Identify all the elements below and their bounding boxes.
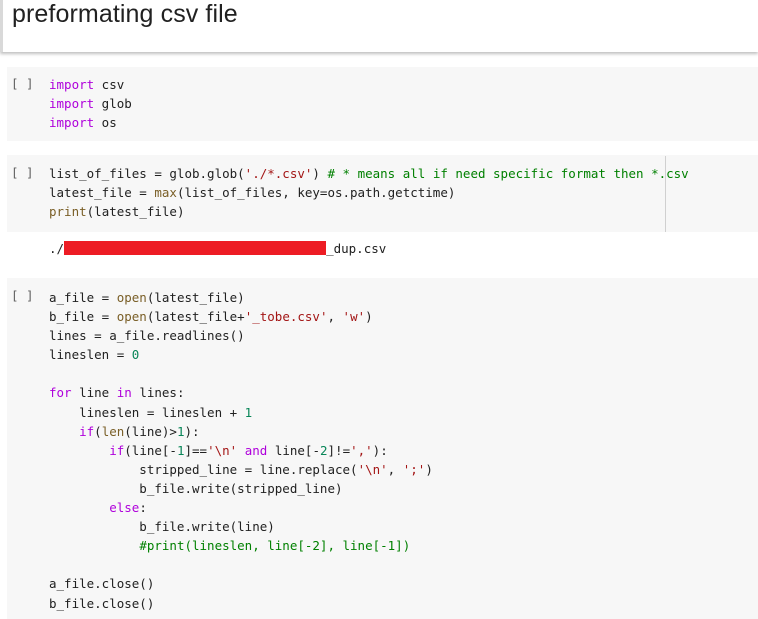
code-editor[interactable]: a_file = open(latest_file) b_file = open(…: [49, 288, 433, 613]
redaction-block: [64, 241, 327, 255]
code-editor[interactable]: import csv import glob import os: [49, 75, 132, 132]
code-line: lineslen = 0: [49, 347, 140, 363]
code-cell-latest-file[interactable]: [ ] list_of_files = glob.glob('./*.csv')…: [7, 155, 758, 232]
code-line: a_file = open(latest_file): [49, 290, 245, 305]
code-line: lines = a_file.readlines(): [49, 328, 245, 344]
code-cell-imports[interactable]: [ ] import csv import glob import os: [7, 67, 758, 141]
code-line: if(len(line)>1):: [79, 423, 200, 439]
code-line: b_file.close(): [49, 595, 155, 611]
code-line: import glob: [49, 96, 132, 112]
code-line: a_file.close(): [49, 576, 155, 592]
code-line: b_file.write(line): [49, 519, 275, 535]
run-cell-button[interactable]: [ ]: [11, 288, 34, 303]
code-line: latest_file = max(list_of_files, key=os.…: [49, 185, 456, 201]
page-title: preformating csv file: [12, 0, 238, 28]
output-prefix: ./: [49, 241, 65, 256]
line-length-ruler: [665, 156, 666, 232]
notebook-header: preformating csv file: [0, 0, 758, 52]
cell-output: ./ _dup.csv: [49, 239, 386, 258]
code-line: print(latest_file): [49, 204, 185, 220]
run-cell-button[interactable]: [ ]: [11, 165, 34, 180]
code-line: lineslen = lineslen + 1: [49, 404, 253, 420]
code-line: stripped_line = line.replace('\n', ';'): [49, 461, 433, 477]
code-editor[interactable]: list_of_files = glob.glob('./*.csv') # *…: [49, 164, 689, 221]
code-line: b_file.write(stripped_line): [49, 480, 343, 496]
code-line: list_of_files = glob.glob('./*.csv') # *…: [49, 166, 689, 181]
code-cell-process-file[interactable]: [ ] a_file = open(latest_file) b_file = o…: [7, 278, 758, 619]
code-line: #print(lineslen, line[-2], line[-1]): [139, 538, 411, 554]
run-cell-button[interactable]: [ ]: [11, 76, 34, 91]
code-line: import csv: [49, 77, 125, 92]
code-line: import os: [49, 115, 117, 131]
code-line: else:: [109, 500, 147, 516]
code-line: b_file = open(latest_file+'_tobe.csv', '…: [49, 309, 373, 325]
output-suffix: _dup.csv: [326, 241, 387, 256]
code-line: if(line[-1]=='\n' and line[-2]!=','):: [109, 442, 388, 458]
code-line: for line in lines:: [49, 385, 185, 401]
